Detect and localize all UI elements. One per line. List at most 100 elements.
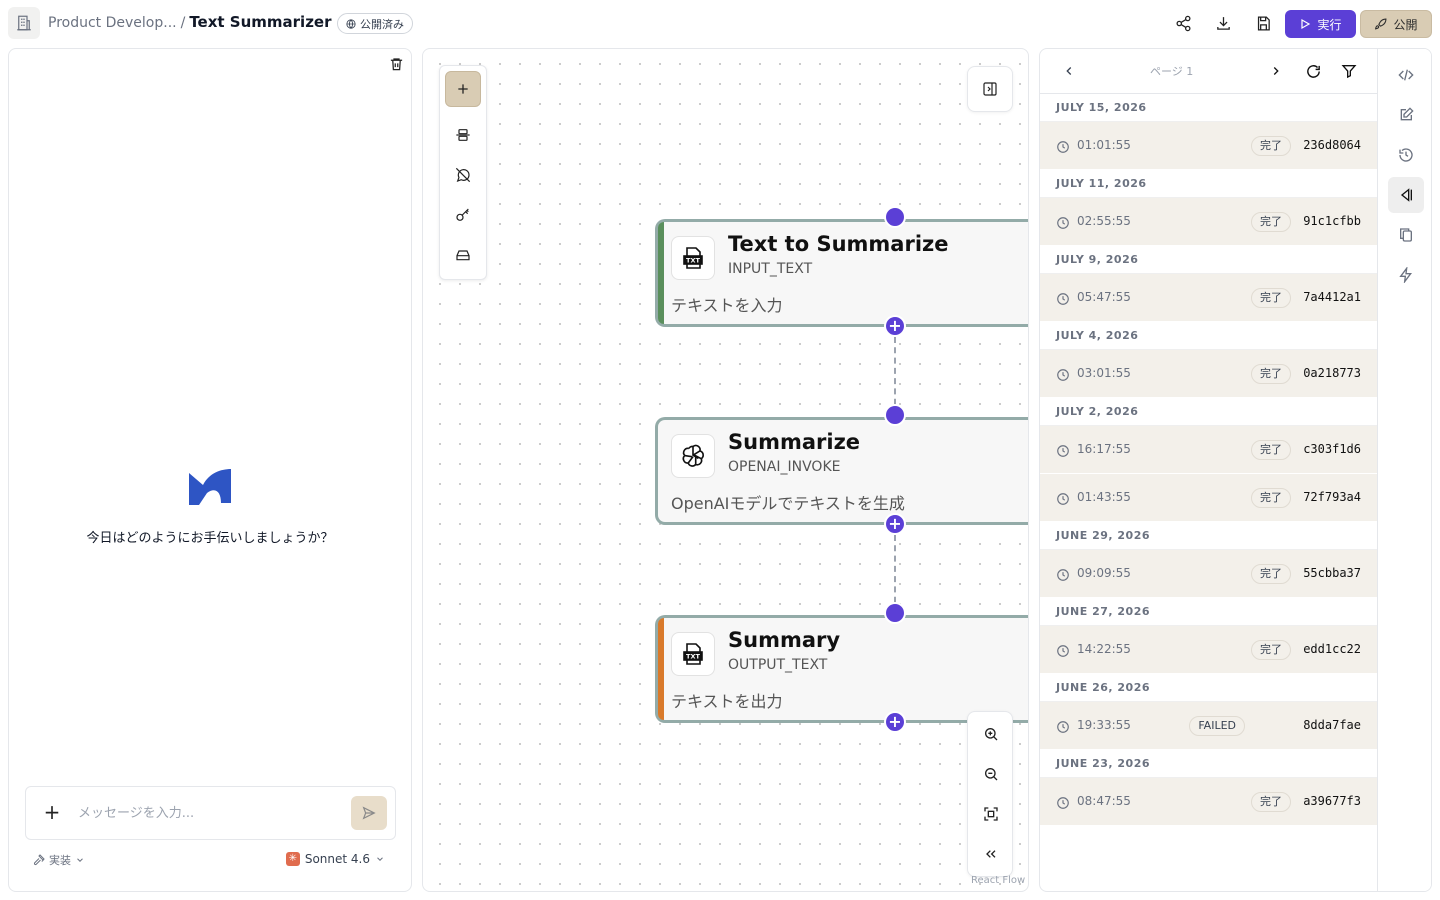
node-input-handle[interactable] xyxy=(884,206,906,228)
date-group-header: JULY 15, 2026 xyxy=(1040,94,1377,122)
message-input[interactable] xyxy=(78,801,348,825)
hammer-icon xyxy=(33,854,45,866)
run-id: 72f793a4 xyxy=(1303,490,1361,504)
history-toolbar: ページ 1 xyxy=(1040,49,1377,94)
run-history-item[interactable]: 01:43:55 完了 72f793a4 xyxy=(1040,474,1377,522)
run-history-item[interactable]: 14:22:55 完了 edd1cc22 xyxy=(1040,626,1377,674)
run-time: 16:17:55 xyxy=(1077,442,1131,456)
message-composer: + xyxy=(25,786,396,840)
clock-icon xyxy=(1056,367,1070,381)
page-label: ページ 1 xyxy=(1150,65,1194,78)
run-history-panel: ページ 1 JULY 15, 2026 01:01:55 完了 236d8064 JUL… xyxy=(1039,48,1432,892)
history-icon[interactable] xyxy=(1388,137,1424,173)
prev-page-icon[interactable] xyxy=(1058,60,1080,82)
lightning-icon[interactable] xyxy=(1388,257,1424,293)
breadcrumb: Product Develop... / Text Summarizer xyxy=(48,13,350,32)
clock-icon xyxy=(1056,443,1070,457)
filter-icon[interactable] xyxy=(1338,60,1360,82)
svg-text:TXT: TXT xyxy=(686,653,700,661)
run-id: 236d8064 xyxy=(1303,138,1361,152)
breadcrumb-project[interactable]: Product Develop... xyxy=(48,15,177,31)
run-time: 01:43:55 xyxy=(1077,490,1131,504)
run-time: 03:01:55 xyxy=(1077,366,1131,380)
clock-icon xyxy=(1056,291,1070,305)
run-history-item[interactable]: 01:01:55 完了 236d8064 xyxy=(1040,122,1377,170)
clock-icon xyxy=(1056,215,1070,229)
run-button[interactable]: 実行 xyxy=(1285,10,1356,38)
run-history-item[interactable]: 19:33:55 FAILED 8dda7fae xyxy=(1040,702,1377,750)
run-status-badge: 完了 xyxy=(1251,792,1291,812)
run-id: 91c1cfbb xyxy=(1303,214,1361,228)
run-status-badge: 完了 xyxy=(1251,288,1291,308)
run-id: 0a218773 xyxy=(1303,366,1361,380)
node-type: OPENAI_INVOKE xyxy=(728,459,841,475)
node-type: OUTPUT_TEXT xyxy=(728,657,828,673)
node-output-plus-handle[interactable]: + xyxy=(884,315,906,337)
run-id: a39677f3 xyxy=(1303,794,1361,808)
comment-off-icon[interactable] xyxy=(445,157,481,193)
zoom-controls xyxy=(967,711,1013,877)
run-history-item[interactable]: 16:17:55 完了 c303f1d6 xyxy=(1040,426,1377,474)
publish-button[interactable]: 公開 xyxy=(1360,10,1432,38)
run-history-item[interactable]: 02:55:55 完了 91c1cfbb xyxy=(1040,198,1377,246)
node-description: OpenAIモデルでテキストを生成 xyxy=(671,494,905,513)
send-button[interactable] xyxy=(351,796,387,830)
node-output-plus-handle[interactable]: + xyxy=(884,513,906,535)
react-flow-attribution[interactable]: React Flow xyxy=(971,875,1025,886)
node-input-handle[interactable] xyxy=(884,602,906,624)
run-history-tab-icon[interactable] xyxy=(1388,177,1424,213)
node-summary[interactable]: TXT Summary OUTPUT_TEXT テキストを出力 xyxy=(655,615,1028,723)
key-icon[interactable] xyxy=(445,197,481,233)
download-icon[interactable] xyxy=(1211,11,1235,35)
node-input-handle[interactable] xyxy=(884,404,906,426)
clock-icon xyxy=(1056,567,1070,581)
align-icon[interactable] xyxy=(445,117,481,153)
flow-canvas[interactable]: TXT Text to Summarize INPUT_TEXT テキストを入力… xyxy=(422,48,1029,892)
node-accent-stripe xyxy=(658,222,664,324)
model-brand-icon: ✳ xyxy=(285,852,300,866)
txt-file-icon: TXT xyxy=(671,632,715,676)
node-type: INPUT_TEXT xyxy=(728,261,813,277)
date-group-header: JULY 9, 2026 xyxy=(1040,246,1377,274)
run-id: edd1cc22 xyxy=(1303,642,1361,656)
node-summarize[interactable]: Summarize OPENAI_INVOKE OpenAIモデルでテキストを生… xyxy=(655,417,1028,525)
mode-selector[interactable]: 実装 xyxy=(33,852,85,868)
play-icon xyxy=(1301,18,1311,30)
add-node-button[interactable] xyxy=(445,71,481,107)
refresh-icon[interactable] xyxy=(1302,60,1324,82)
date-group-header: JUNE 26, 2026 xyxy=(1040,674,1377,702)
attach-plus-icon[interactable]: + xyxy=(42,802,62,822)
app-building-icon[interactable] xyxy=(8,7,40,39)
breadcrumb-separator: / xyxy=(180,15,186,31)
node-title: Text to Summarize xyxy=(728,232,949,256)
copy-icon[interactable] xyxy=(1388,217,1424,253)
run-history-item[interactable]: 08:47:55 完了 a39677f3 xyxy=(1040,778,1377,826)
save-icon[interactable] xyxy=(1251,11,1275,35)
node-output-plus-handle[interactable]: + xyxy=(884,711,906,733)
panel-toggle-icon[interactable] xyxy=(967,66,1013,112)
model-selector[interactable]: ✳ Sonnet 4.6 xyxy=(285,852,385,866)
collapse-double-chevron-icon[interactable] xyxy=(979,842,1003,866)
node-title: Summarize xyxy=(728,430,861,454)
published-badge[interactable]: 公開済み xyxy=(337,13,413,34)
zoom-in-icon[interactable] xyxy=(979,722,1003,746)
run-history-item[interactable]: 03:01:55 完了 0a218773 xyxy=(1040,350,1377,398)
run-history-item[interactable]: 05:47:55 完了 7a4412a1 xyxy=(1040,274,1377,322)
edit-note-icon[interactable] xyxy=(1388,97,1424,133)
run-status-badge: FAILED xyxy=(1189,716,1245,736)
run-id: 7a4412a1 xyxy=(1303,290,1361,304)
chevron-down-icon xyxy=(377,857,383,861)
code-icon[interactable] xyxy=(1388,57,1424,93)
run-history-item[interactable]: 09:09:55 完了 55cbba37 xyxy=(1040,550,1377,598)
zoom-out-icon[interactable] xyxy=(979,762,1003,786)
txt-file-icon: TXT xyxy=(671,236,715,280)
run-time: 01:01:55 xyxy=(1077,138,1131,152)
fit-view-icon[interactable] xyxy=(979,802,1003,826)
next-page-icon[interactable] xyxy=(1265,60,1287,82)
share-icon[interactable] xyxy=(1171,11,1195,35)
openai-icon xyxy=(671,434,715,478)
node-text-to-summarize[interactable]: TXT Text to Summarize INPUT_TEXT テキストを入力 xyxy=(655,219,1028,327)
trash-icon[interactable] xyxy=(385,53,407,75)
storage-icon[interactable] xyxy=(445,237,481,273)
app-title[interactable]: Text Summarizer xyxy=(189,13,331,31)
